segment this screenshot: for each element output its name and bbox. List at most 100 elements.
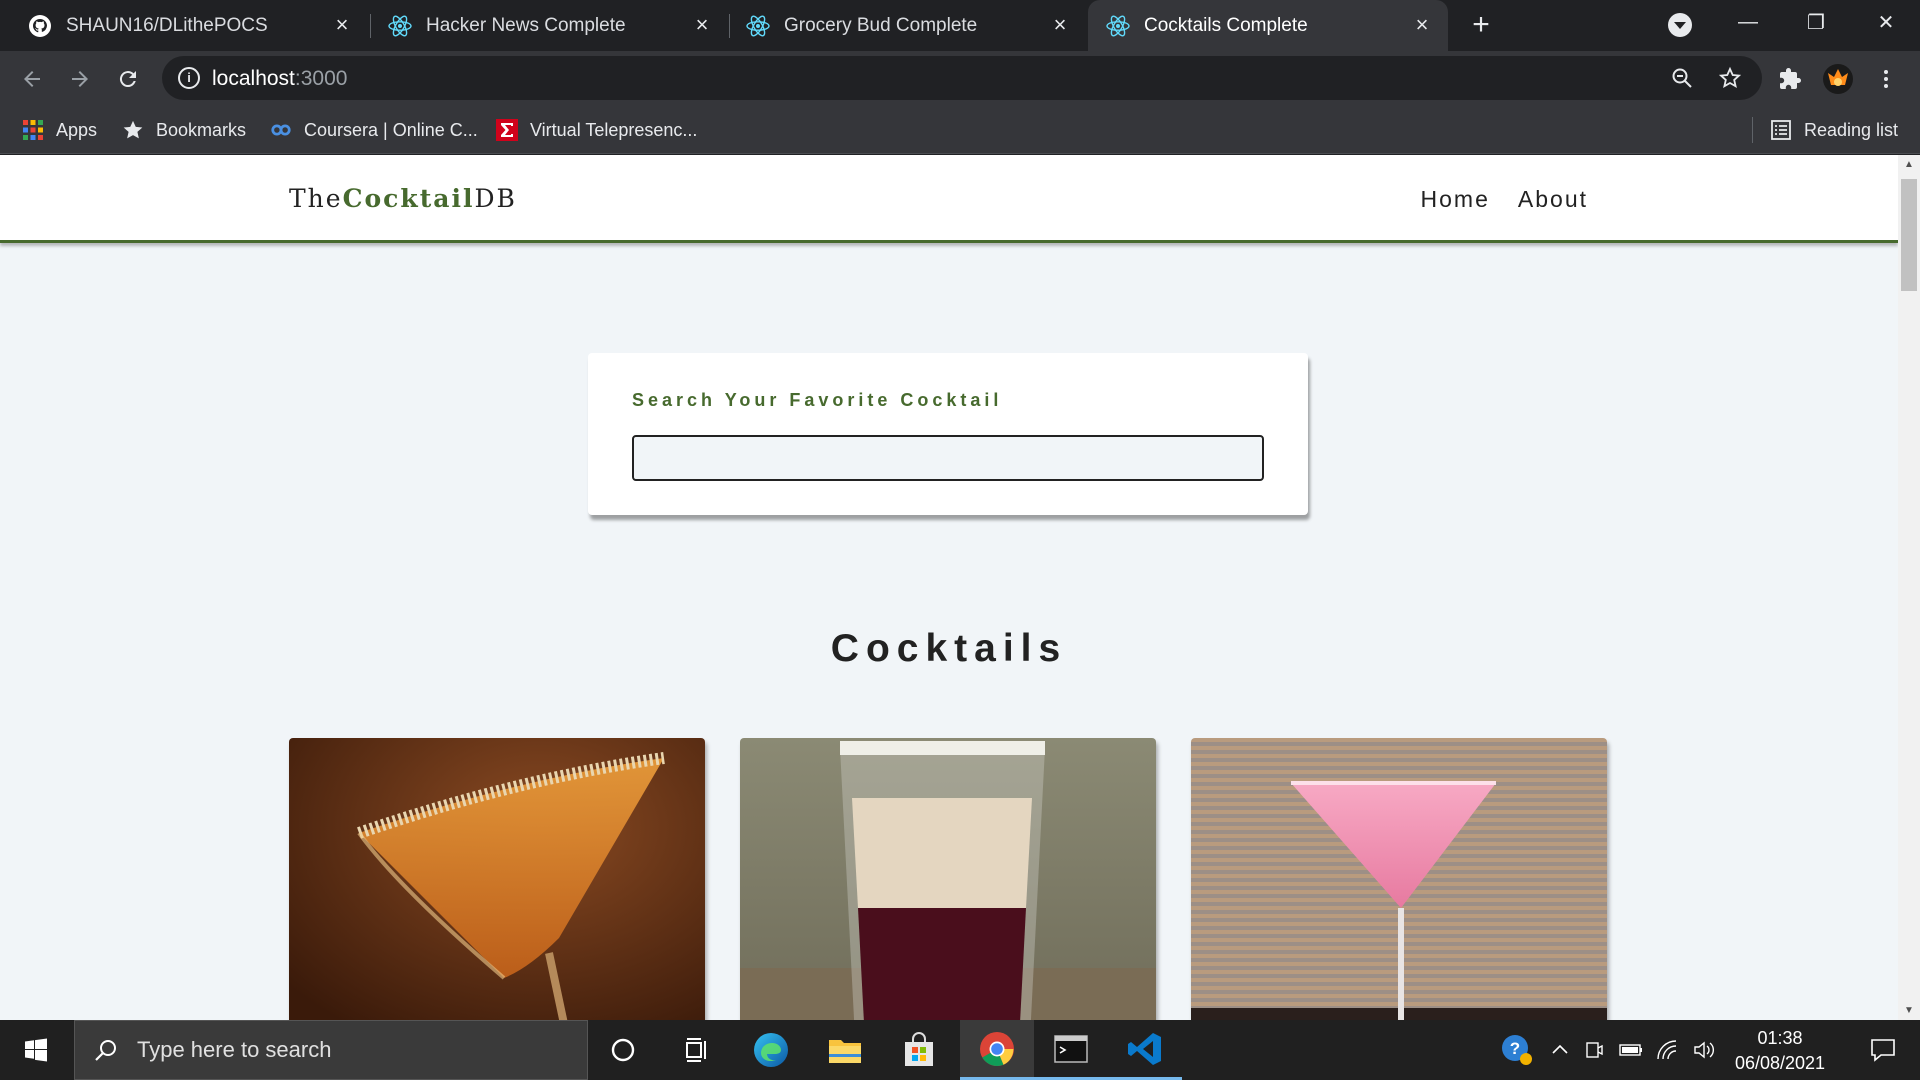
bookmarks-divider (1752, 117, 1753, 143)
meet-now-icon[interactable] (1584, 1039, 1604, 1061)
page-scrollbar[interactable]: ▲ ▼ (1898, 155, 1920, 1020)
search-icon (95, 1040, 116, 1061)
chrome-icon (980, 1031, 1014, 1066)
zoom-icon[interactable] (1670, 66, 1694, 90)
windows-taskbar: Type here to search ? 01:38 06/08/2021 (0, 1020, 1920, 1080)
taskbar-app-chrome[interactable] (960, 1020, 1034, 1080)
star-icon[interactable] (1718, 66, 1742, 90)
close-tab-icon[interactable]: × (1410, 12, 1434, 37)
bookmark-apps[interactable]: Apps (22, 107, 97, 153)
start-button[interactable] (0, 1020, 72, 1080)
wifi-icon[interactable] (1656, 1039, 1680, 1061)
scroll-up-arrow[interactable]: ▲ (1904, 159, 1914, 170)
logo-suffix: DB (474, 184, 517, 213)
arrow-left-icon (24, 71, 40, 87)
notification-icon (1871, 1039, 1895, 1062)
react-icon (746, 15, 770, 36)
bookmark-label: Bookmarks (156, 119, 247, 140)
vscode-icon (1128, 1032, 1161, 1065)
bookmark-bookmarks[interactable]: Bookmarks (122, 107, 246, 153)
restore-button[interactable]: ❐ (1786, 0, 1846, 44)
url-text: localhost:3000 (212, 67, 347, 91)
menu-button[interactable] (1870, 63, 1902, 95)
close-tab-icon[interactable]: × (690, 12, 714, 37)
bookmark-virtual[interactable]: Virtual Telepresenc... (496, 107, 697, 153)
tab-cocktails[interactable]: Cocktails Complete × (1088, 0, 1448, 51)
tab-strip: SHAUN16/DLithePOCS × Hacker News Complet… (0, 0, 1920, 51)
cortana-button[interactable] (586, 1020, 660, 1080)
notifications-button[interactable] (1846, 1020, 1920, 1080)
tab-grocery-bud[interactable]: Grocery Bud Complete × (718, 0, 1086, 51)
nav-link-home[interactable]: Home (1421, 186, 1490, 213)
cocktail-image-pink-martini (1191, 738, 1607, 1020)
nav-links: Home About (1421, 186, 1588, 213)
back-button[interactable] (16, 63, 48, 95)
logo-brand: Cocktail (342, 184, 475, 213)
taskbar-app-store[interactable] (882, 1020, 956, 1080)
bookmark-coursera[interactable]: Coursera | Online C... (270, 107, 478, 153)
cocktail-card[interactable] (740, 738, 1156, 1020)
logo-prefix: The (289, 184, 343, 213)
close-tab-icon[interactable]: × (1048, 12, 1072, 37)
taskbar-search-placeholder: Type here to search (137, 1037, 332, 1062)
forward-button[interactable] (64, 63, 96, 95)
puzzle-icon (1780, 68, 1801, 89)
tab-hacker-news[interactable]: Hacker News Complete × (360, 0, 728, 51)
page-viewport: TheCocktailDB Home About Search Your Fav… (0, 155, 1898, 1020)
url-port: :3000 (294, 67, 348, 90)
avatar (1823, 64, 1853, 94)
chevron-up-icon[interactable] (1550, 1040, 1570, 1060)
apps-grid-icon (23, 120, 43, 140)
terminal-icon (1054, 1034, 1088, 1063)
store-icon (905, 1032, 933, 1066)
taskbar-app-edge[interactable] (734, 1020, 808, 1080)
site-navbar: TheCocktailDB Home About (0, 155, 1898, 243)
coursera-icon (271, 124, 291, 136)
arrow-right-icon (72, 71, 88, 87)
windows-icon (25, 1038, 47, 1062)
cocktail-image-layered-shot (740, 738, 1156, 1020)
reload-icon (119, 71, 136, 88)
sigma-icon (496, 119, 518, 141)
react-icon (388, 15, 412, 36)
cocktail-card[interactable] (289, 738, 705, 1020)
volume-icon[interactable] (1692, 1039, 1716, 1061)
reading-list-label: Reading list (1804, 119, 1899, 140)
tab-github[interactable]: SHAUN16/DLithePOCS × (0, 0, 368, 51)
extensions-button[interactable] (1774, 63, 1806, 95)
bookmarks-bar: Apps Bookmarks Coursera | Online C... Vi… (0, 107, 1920, 154)
help-icon[interactable]: ? (1500, 1033, 1534, 1067)
tab-title: Hacker News Complete (426, 14, 626, 36)
clock-time: 01:38 (1757, 1028, 1803, 1048)
minimize-button[interactable]: — (1718, 0, 1778, 44)
nav-link-about[interactable]: About (1518, 186, 1588, 213)
star-icon (123, 120, 143, 139)
close-tab-icon[interactable]: × (330, 12, 354, 37)
reading-list-button[interactable]: Reading list (1770, 107, 1898, 153)
tab-search-icon[interactable] (1668, 13, 1692, 37)
edge-icon (754, 1033, 788, 1067)
site-logo[interactable]: TheCocktailDB (289, 184, 517, 213)
taskbar-app-file-explorer[interactable] (808, 1020, 882, 1080)
reload-button[interactable] (112, 63, 144, 95)
taskbar-search[interactable]: Type here to search (74, 1020, 588, 1080)
scroll-down-arrow[interactable]: ▼ (1904, 1005, 1914, 1016)
profile-button[interactable] (1822, 63, 1854, 95)
info-icon[interactable]: i (178, 67, 200, 89)
close-window-button[interactable]: ✕ (1856, 0, 1916, 44)
taskbar-app-vscode[interactable] (1108, 1020, 1182, 1080)
taskbar-clock[interactable]: 01:38 06/08/2021 (1720, 1026, 1840, 1076)
task-view-icon (686, 1038, 706, 1062)
battery-icon[interactable] (1618, 1040, 1644, 1060)
task-view-button[interactable] (660, 1020, 734, 1080)
github-icon (29, 14, 51, 37)
more-vert-icon (1884, 70, 1888, 88)
cocktail-card[interactable] (1191, 738, 1607, 1020)
scrollbar-thumb[interactable] (1901, 179, 1917, 291)
reading-list-icon (1771, 120, 1791, 140)
search-input[interactable] (632, 435, 1264, 481)
folder-icon (829, 1040, 861, 1063)
new-tab-button[interactable]: + (1466, 10, 1496, 40)
taskbar-app-terminal[interactable] (1034, 1020, 1108, 1080)
address-bar[interactable]: i localhost:3000 (162, 56, 1762, 100)
